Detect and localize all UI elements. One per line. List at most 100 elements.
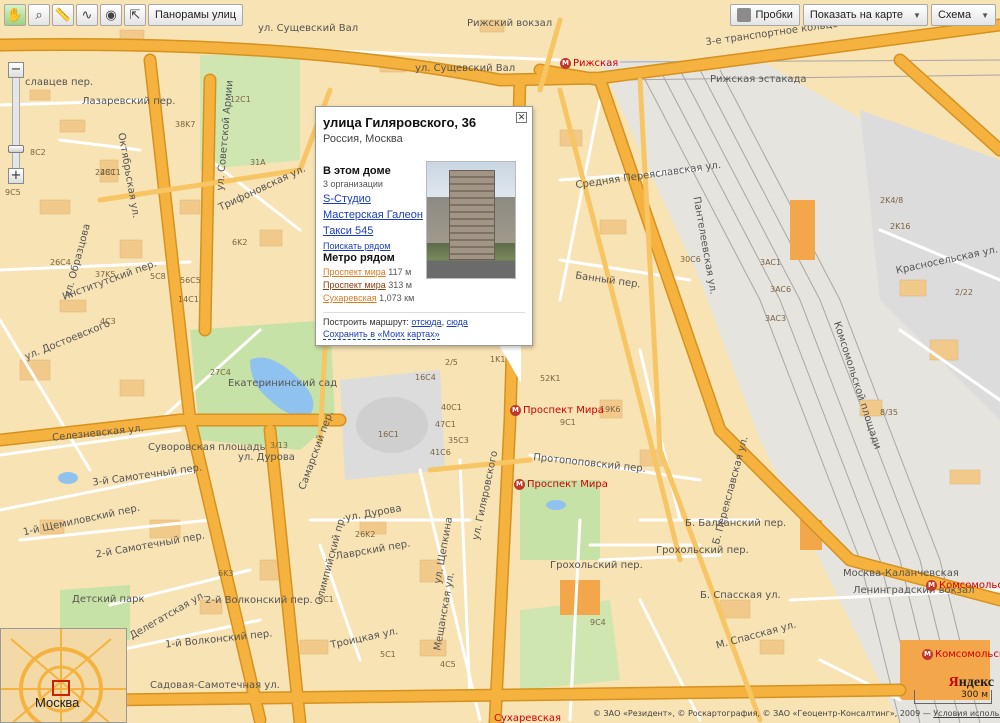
metro-label[interactable]: M Проспект Мира bbox=[514, 479, 608, 490]
house-number: 3AC1 bbox=[760, 258, 782, 267]
zoom-slider-track[interactable] bbox=[8, 78, 24, 168]
building-photo[interactable] bbox=[426, 161, 516, 279]
house-number: 56C5 bbox=[180, 276, 201, 285]
house-number: 31A bbox=[250, 158, 266, 167]
house-number: 24C1 bbox=[95, 168, 116, 177]
house-number: 5C1 bbox=[380, 650, 396, 659]
nearby-metro-list: Метро рядом Проспект мира 117 м Проспект… bbox=[323, 252, 414, 303]
route-line: Построить маршрут: отсюда, сюда bbox=[323, 317, 468, 327]
overview-minimap[interactable]: Москва bbox=[0, 628, 127, 723]
house-number: 3AC6 bbox=[770, 285, 792, 294]
house-number: 2/22 bbox=[955, 288, 973, 297]
zoom-slider-thumb[interactable] bbox=[8, 145, 24, 153]
metro-link[interactable]: Проспект мира bbox=[323, 280, 386, 290]
search-nearby-link[interactable]: Поискать рядом bbox=[323, 241, 427, 251]
metro-row: Сухаревская 1,073 км bbox=[323, 293, 415, 303]
house-number: 9C4 bbox=[590, 618, 606, 627]
house-number: 16C4 bbox=[415, 373, 436, 382]
chevron-down-icon: ▼ bbox=[981, 10, 989, 20]
house-number: 47C1 bbox=[435, 420, 456, 429]
house-number: 6K2 bbox=[232, 238, 248, 247]
metro-heading: Метро рядом bbox=[323, 252, 395, 264]
house-number: 2K16 bbox=[890, 222, 911, 231]
show-on-map-dropdown[interactable]: Показать на карте ▼ bbox=[802, 4, 928, 26]
route-to-link[interactable]: сюда bbox=[447, 317, 468, 327]
house-number: 26K2 bbox=[355, 530, 376, 539]
yandex-logo[interactable]: Яндекс bbox=[949, 675, 994, 691]
house-number: 52K1 bbox=[540, 374, 561, 383]
house-number: 9C5 bbox=[5, 188, 21, 197]
stadium-dome bbox=[356, 397, 428, 453]
house-number: 41C6 bbox=[430, 448, 451, 457]
panoramas-button[interactable]: Панорамы улиц bbox=[148, 4, 244, 26]
hand-icon[interactable]: ✋ bbox=[4, 4, 26, 26]
metro-label[interactable]: M Рижская bbox=[560, 58, 618, 69]
park-center bbox=[520, 480, 600, 560]
map-type-dropdown[interactable]: Схема ▼ bbox=[930, 4, 996, 26]
in-house-heading: В этом доме bbox=[323, 165, 391, 177]
save-to-my-maps-link[interactable]: Сохранить в «Моих картах» bbox=[323, 329, 440, 340]
copyright-notice: © ЗАО «Резидент», © Роскартография, © ЗА… bbox=[593, 709, 1000, 718]
metro-row: Проспект мира 117 м bbox=[323, 267, 412, 277]
terms-link[interactable]: Условия использования bbox=[933, 709, 1000, 718]
metro-icon: M bbox=[926, 580, 937, 591]
house-number: 26C4 bbox=[50, 258, 71, 267]
pointer-icon[interactable]: ⇱ bbox=[124, 4, 146, 26]
zoom-in-button[interactable]: + bbox=[8, 168, 24, 184]
ruler-icon[interactable]: 📏 bbox=[52, 4, 74, 26]
minimap-city-label: Москва bbox=[35, 695, 80, 710]
address-balloon: ✕ улица Гиляровского, 36 Россия, Москва … bbox=[315, 106, 533, 346]
house-number: 35C3 bbox=[448, 436, 469, 445]
house-number: 37K5 bbox=[95, 270, 116, 279]
route-from-link[interactable]: отсюда bbox=[411, 317, 441, 327]
metro-icon: M bbox=[510, 405, 521, 416]
house-number: 6K3 bbox=[218, 569, 234, 578]
balloon-icon[interactable]: ◉ bbox=[100, 4, 122, 26]
metro-icon: M bbox=[514, 479, 525, 490]
house-number: 5C8 bbox=[150, 272, 166, 281]
popup-subtitle: Россия, Москва bbox=[323, 133, 403, 145]
house-number: 3/13 bbox=[270, 441, 288, 450]
metro-icon: M bbox=[560, 58, 571, 69]
org-link-galeon[interactable]: Мастерская Галеон bbox=[323, 209, 427, 221]
org-link-s-studio[interactable]: S-Студио bbox=[323, 193, 427, 205]
house-number: 38K7 bbox=[175, 120, 196, 129]
traffic-button[interactable]: Пробки bbox=[730, 4, 800, 26]
metro-label[interactable]: MКомсомольская bbox=[926, 580, 1000, 591]
house-number: 30C6 bbox=[680, 255, 701, 264]
house-number: 4C3 bbox=[100, 317, 116, 326]
metro-link[interactable]: Проспект мира bbox=[323, 267, 386, 277]
scale-bar: 300 м bbox=[914, 690, 992, 704]
map-toolbar: ✋ ⌕ 📏 ∿ ◉ ⇱ Панорамы улиц bbox=[4, 4, 244, 26]
close-icon[interactable]: ✕ bbox=[516, 112, 527, 123]
zoom-control: − + bbox=[8, 62, 24, 184]
house-number: 4C5 bbox=[440, 660, 456, 669]
org-link-taxi[interactable]: Такси 545 bbox=[323, 225, 427, 237]
house-number: 8/35 bbox=[880, 408, 898, 417]
popup-pointer bbox=[499, 345, 521, 383]
house-number: 2K4/8 bbox=[880, 196, 904, 205]
map-right-controls: Пробки Показать на карте ▼ Схема ▼ bbox=[730, 4, 996, 26]
org-count: 3 организации bbox=[323, 179, 383, 189]
traffic-icon bbox=[737, 8, 752, 22]
house-number: 8C2 bbox=[30, 148, 46, 157]
house-number: 16C1 bbox=[378, 430, 399, 439]
popup-footer: Построить маршрут: отсюда, сюда Сохранит… bbox=[323, 312, 525, 340]
metro-row: Проспект мира 313 м bbox=[323, 280, 412, 290]
house-number: 3AC3 bbox=[765, 314, 787, 323]
organizations-block: В этом доме 3 организации S-Студио Масте… bbox=[323, 155, 427, 251]
metro-label[interactable]: M Проспект Мира bbox=[510, 405, 604, 416]
metro-icon: M bbox=[922, 649, 933, 660]
metro-label[interactable]: Сухаревская bbox=[494, 713, 561, 723]
metro-link[interactable]: Сухаревская bbox=[323, 293, 377, 303]
house-number: 6C1 bbox=[318, 595, 334, 604]
metro-label[interactable]: MКомсомольская bbox=[922, 649, 1000, 660]
house-number: 27C4 bbox=[210, 368, 231, 377]
house-number: 9C1 bbox=[560, 418, 576, 427]
zoom-out-button[interactable]: − bbox=[8, 62, 24, 78]
route-icon[interactable]: ∿ bbox=[76, 4, 98, 26]
magnifier-icon[interactable]: ⌕ bbox=[28, 4, 50, 26]
house-number: 40C1 bbox=[441, 403, 462, 412]
house-number: 14C1 bbox=[178, 295, 199, 304]
house-number: 2/5 bbox=[445, 358, 458, 367]
